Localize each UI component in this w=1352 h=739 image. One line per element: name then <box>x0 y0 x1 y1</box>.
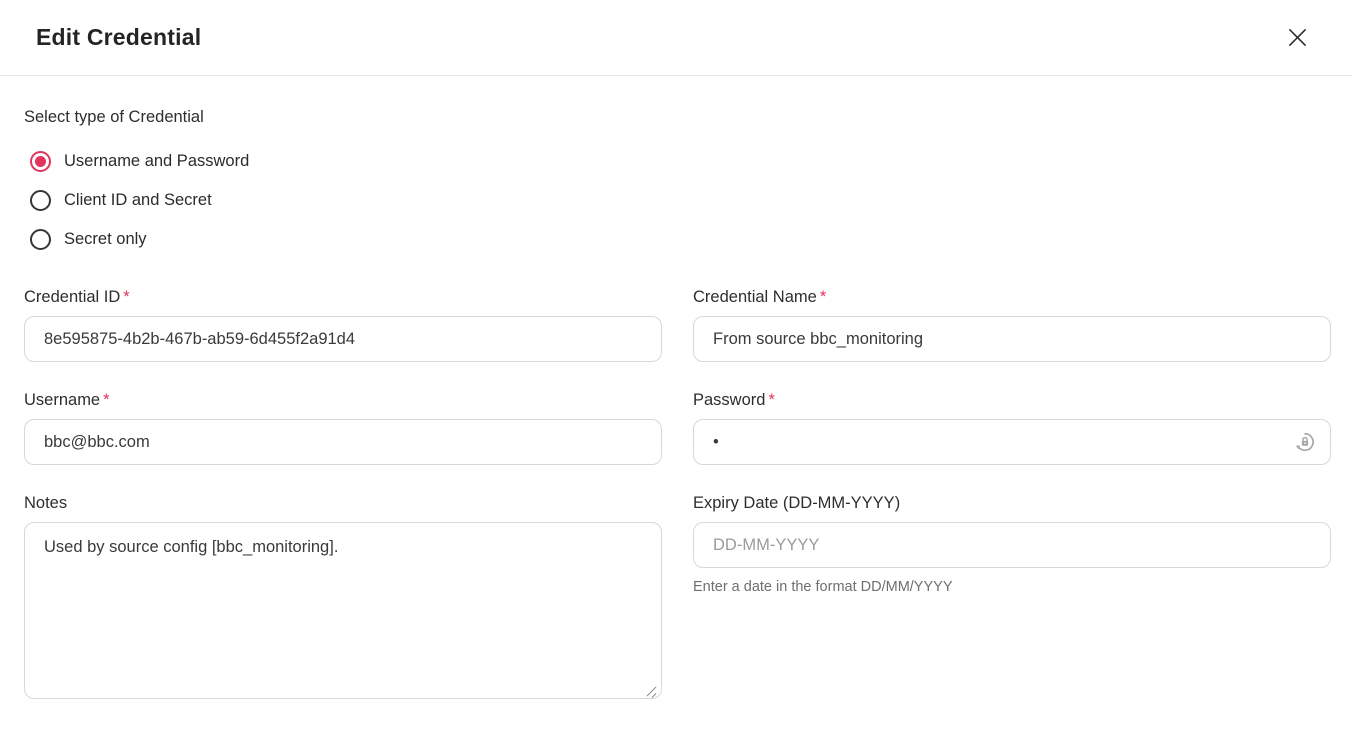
dialog-body: Select type of Credential Username and P… <box>0 76 1352 704</box>
dialog-title: Edit Credential <box>36 24 201 51</box>
radio-unselected-icon <box>30 190 51 211</box>
radio-selected-icon <box>30 151 51 172</box>
required-asterisk: * <box>768 391 774 409</box>
username-input[interactable] <box>24 419 662 465</box>
radio-client-id-and-secret[interactable]: Client ID and Secret <box>30 190 212 211</box>
edit-credential-dialog: Edit Credential Select type of Credentia… <box>0 0 1352 704</box>
password-label: Password* <box>693 391 1331 410</box>
radio-label: Secret only <box>64 230 147 249</box>
credential-type-label: Select type of Credential <box>24 108 1331 127</box>
password-reset-button[interactable] <box>1292 429 1318 455</box>
required-asterisk: * <box>123 288 129 306</box>
credential-id-label: Credential ID* <box>24 288 662 307</box>
radio-unselected-icon <box>30 229 51 250</box>
password-field-group: Password* <box>693 391 1331 465</box>
credential-form-grid: Credential ID* Credential Name* Username… <box>24 288 1331 704</box>
expiry-date-input[interactable] <box>693 522 1331 568</box>
credential-name-label: Credential Name* <box>693 288 1331 307</box>
credential-name-field-group: Credential Name* <box>693 288 1331 362</box>
notes-field-group: Notes Used by source config [bbc_monitor… <box>24 494 662 704</box>
close-button[interactable] <box>1282 23 1312 53</box>
credential-type-radio-group: Username and Password Client ID and Secr… <box>30 151 1331 250</box>
password-reset-lock-icon <box>1293 430 1317 454</box>
credential-id-input[interactable] <box>24 316 662 362</box>
credential-id-field-group: Credential ID* <box>24 288 662 362</box>
notes-textarea[interactable]: Used by source config [bbc_monitoring]. <box>24 522 662 699</box>
expiry-date-helper-text: Enter a date in the format DD/MM/YYYY <box>693 579 1331 595</box>
password-input[interactable] <box>693 419 1331 465</box>
radio-label: Client ID and Secret <box>64 191 212 210</box>
expiry-date-field-group: Expiry Date (DD-MM-YYYY) Enter a date in… <box>693 494 1331 595</box>
radio-secret-only[interactable]: Secret only <box>30 229 147 250</box>
notes-label: Notes <box>24 494 662 513</box>
radio-label: Username and Password <box>64 152 249 171</box>
required-asterisk: * <box>820 288 826 306</box>
dialog-header: Edit Credential <box>0 0 1352 76</box>
radio-username-and-password[interactable]: Username and Password <box>30 151 249 172</box>
required-asterisk: * <box>103 391 109 409</box>
username-label: Username* <box>24 391 662 410</box>
close-icon <box>1286 26 1309 49</box>
expiry-date-label: Expiry Date (DD-MM-YYYY) <box>693 494 1331 513</box>
username-field-group: Username* <box>24 391 662 465</box>
credential-name-input[interactable] <box>693 316 1331 362</box>
